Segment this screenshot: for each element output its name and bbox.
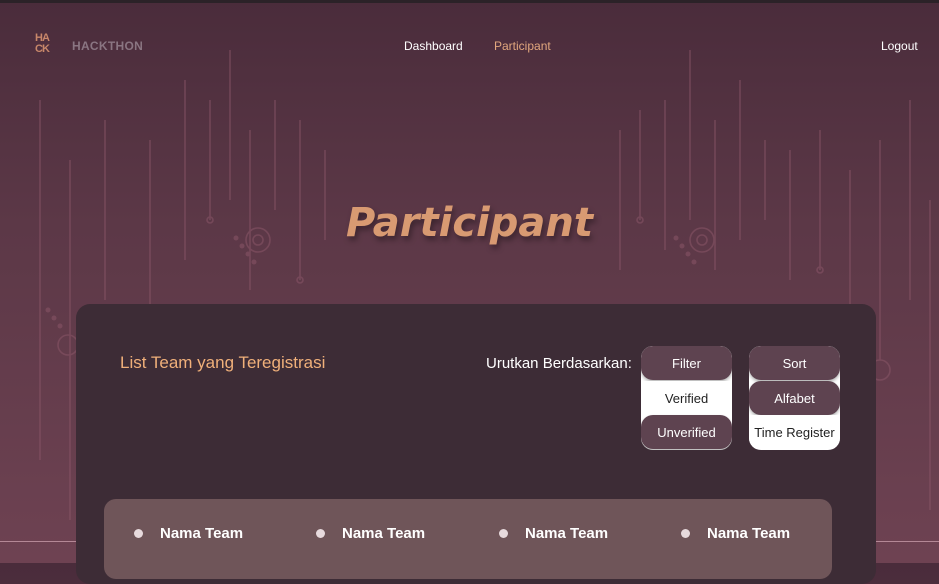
team-name: Nama Team xyxy=(342,525,426,542)
bullet-icon xyxy=(499,529,508,538)
sort-dropdown: Sort Alfabet Time Register xyxy=(749,346,840,450)
logout-link[interactable]: Logout xyxy=(881,39,918,53)
top-navigation: HA CK HACKTHON Dashboard Participant Log… xyxy=(0,0,939,90)
list-item[interactable]: Nama Team xyxy=(499,525,608,542)
team-name: Nama Team xyxy=(160,525,244,542)
brand-name[interactable]: HACKTHON xyxy=(72,39,143,53)
team-list: Nama Team Nama Team Nama Team Nama Team xyxy=(104,499,832,579)
sort-button[interactable]: Sort xyxy=(749,346,840,380)
list-item[interactable]: Nama Team xyxy=(316,525,425,542)
sort-option-time-register[interactable]: Time Register xyxy=(749,415,840,449)
bullet-icon xyxy=(134,529,143,538)
divider-left xyxy=(0,541,76,542)
nav-link-dashboard[interactable]: Dashboard xyxy=(404,39,463,53)
filter-option-unverified[interactable]: Unverified xyxy=(641,415,732,449)
team-name: Nama Team xyxy=(707,525,791,542)
filter-dropdown: Filter Verified Unverified xyxy=(641,346,732,450)
bullet-icon xyxy=(681,529,690,538)
nav-link-participant[interactable]: Participant xyxy=(494,39,551,53)
hero-section: Participant xyxy=(0,200,939,246)
filter-button[interactable]: Filter xyxy=(641,346,732,380)
page-title: Participant xyxy=(346,200,593,246)
sort-option-alfabet[interactable]: Alfabet xyxy=(749,381,840,415)
team-name: Nama Team xyxy=(525,525,609,542)
filter-option-verified[interactable]: Verified xyxy=(641,381,732,415)
hack-logo-icon[interactable]: HA CK xyxy=(35,33,57,55)
bullet-icon xyxy=(316,529,325,538)
divider-right xyxy=(876,541,939,542)
panel-title: List Team yang Teregistrasi xyxy=(120,353,326,372)
list-item[interactable]: Nama Team xyxy=(134,525,243,542)
sort-by-label: Urutkan Berdasarkan: xyxy=(486,355,632,372)
list-item[interactable]: Nama Team xyxy=(681,525,790,542)
